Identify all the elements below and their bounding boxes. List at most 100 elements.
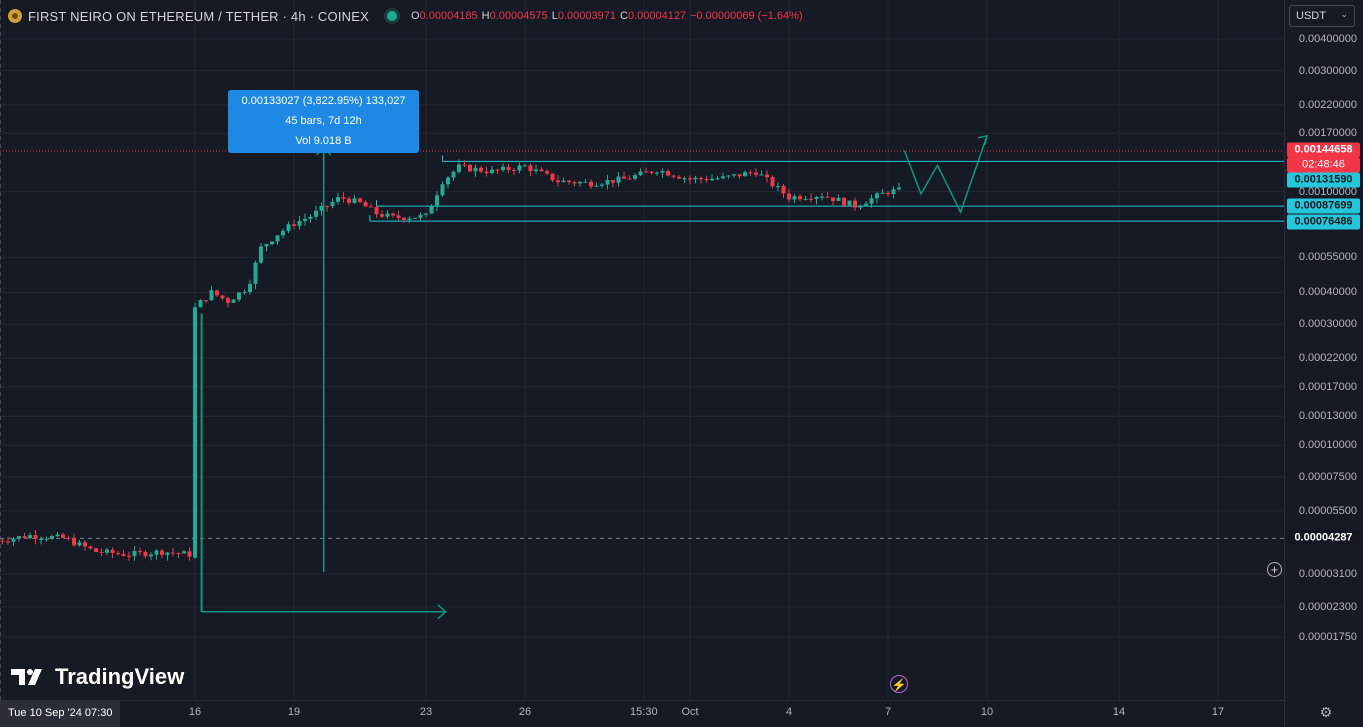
measure-bars: 45 bars, 7d 12h [285, 115, 362, 127]
time-scale[interactable]: 16 19 23 26 15:30 Oct 4 7 10 14 17 [0, 700, 1284, 727]
candle-body-29 [154, 550, 159, 555]
candle-body-35 [187, 551, 192, 557]
candle-body-84 [457, 164, 461, 172]
price-scale[interactable]: 0.00400000 0.00300000 0.00220000 0.00170000… [1284, 0, 1363, 727]
candle-body-142 [776, 186, 780, 188]
candle-body-58 [314, 210, 318, 217]
price-label-current: 0.00144658 [1287, 142, 1360, 158]
candle-body-96 [523, 165, 527, 167]
candle-body-42 [226, 298, 230, 303]
candle-body-94 [512, 169, 516, 171]
candle-body-44 [237, 292, 241, 300]
candle-body-133 [726, 175, 731, 177]
candle-body-73 [396, 215, 401, 218]
currency-value: USDT [1296, 10, 1326, 22]
coin-icon [8, 9, 22, 23]
candle-body-113 [616, 176, 621, 183]
candle-body-14 [72, 538, 76, 546]
time-tick: 16 [188, 706, 202, 718]
candle-body-41 [220, 295, 225, 299]
chevron-down-icon: ⌄ [1340, 9, 1348, 19]
candle-body-37 [198, 300, 203, 308]
candle-body-76 [413, 217, 417, 219]
candle-body-25 [132, 551, 137, 557]
candle-body-15 [77, 542, 82, 546]
candle-body-163 [891, 189, 896, 195]
candle-body-21 [110, 549, 115, 554]
candle-body-104 [567, 180, 571, 183]
countdown-label: 02:48:46 [1287, 157, 1360, 173]
gear-icon[interactable]: ⚙ [1318, 704, 1334, 720]
candle-body-123 [671, 175, 676, 177]
candle-body-12 [61, 534, 65, 538]
measure-change: 0.00133027 (3,822.95%) 133,027 [241, 95, 406, 107]
candle-body-121 [660, 171, 665, 173]
candle-body-160 [875, 193, 879, 199]
candle-body-66 [358, 198, 362, 203]
candle-body-127 [693, 177, 698, 180]
chart-grid [0, 0, 1284, 700]
candle-body-64 [347, 198, 351, 203]
candle-body-27 [143, 551, 148, 557]
candle-body-139 [759, 174, 764, 176]
price-tick: 0.00003100 [1298, 568, 1357, 581]
candle-body-10 [50, 536, 54, 539]
candle-body-8 [39, 538, 43, 540]
candle-body-52 [281, 230, 285, 236]
candle-body-101 [550, 173, 555, 181]
candle-body-4 [17, 536, 21, 539]
candle-body-31 [165, 552, 170, 555]
drawings [200, 134, 988, 620]
candle-body-82 [446, 177, 450, 185]
time-tick: 23 [419, 706, 433, 718]
candle-body-164 [897, 187, 901, 190]
candle-body-151 [825, 196, 830, 198]
time-tick: 14 [1112, 706, 1126, 718]
candle-body-100 [545, 171, 549, 174]
market-status-icon [386, 11, 397, 21]
symbol-title[interactable]: FIRST NEIRO ON ETHEREUM / TETHER · 4h · … [28, 9, 369, 24]
candle-body-92 [501, 166, 505, 171]
price-tick: 0.00001750 [1298, 631, 1357, 643]
candle-body-150 [820, 196, 824, 198]
candle-body-45 [242, 292, 247, 294]
candle-body-9 [44, 538, 49, 540]
candle-body-130 [710, 178, 714, 181]
measure-tooltip: 0.00133027 (3,822.95%) 133,027 45 bars, … [228, 90, 419, 153]
candle-body-132 [721, 176, 725, 179]
candle-body-136 [743, 172, 747, 177]
candle-body-87 [473, 167, 478, 172]
flash-icon[interactable]: ⚡ [890, 675, 908, 693]
time-tick: 19 [287, 706, 301, 718]
price-label-level_top: 0.00131590 [1287, 172, 1360, 188]
candle-body-88 [479, 167, 483, 172]
price-chart[interactable] [0, 0, 1284, 700]
candle-body-152 [831, 197, 835, 201]
time-tick: 17 [1211, 706, 1225, 718]
currency-select[interactable]: USDT ⌄ [1289, 5, 1355, 27]
candle-body-110 [600, 184, 604, 186]
measure-volume: Vol 9.018 B [295, 135, 352, 147]
candle-body-71 [385, 213, 390, 217]
candle-body-53 [286, 224, 291, 231]
candle-body-30 [160, 550, 164, 555]
price-tick: 0.00220000 [1298, 98, 1357, 111]
candle-body-112 [611, 180, 615, 183]
candle-body-77 [418, 214, 423, 218]
ohlc-close: C0.00004127 [620, 10, 687, 22]
candle-body-22 [116, 553, 120, 555]
candle-body-98 [534, 169, 538, 172]
candle-body-125 [682, 178, 687, 180]
candle-body-34 [182, 551, 186, 554]
candle-body-117 [638, 171, 643, 176]
add-alert-icon[interactable]: + [1267, 562, 1282, 577]
candle-body-33 [176, 553, 181, 555]
candle-body-103 [561, 180, 566, 183]
tradingview-logo[interactable]: TradingView [11, 664, 184, 690]
candle-body-128 [699, 177, 703, 180]
price-tick: 0.00030000 [1298, 318, 1357, 331]
candle-body-6 [28, 535, 32, 539]
candle-body-156 [853, 200, 857, 208]
time-tick: 26 [518, 706, 532, 718]
time-tick: 10 [980, 706, 994, 718]
